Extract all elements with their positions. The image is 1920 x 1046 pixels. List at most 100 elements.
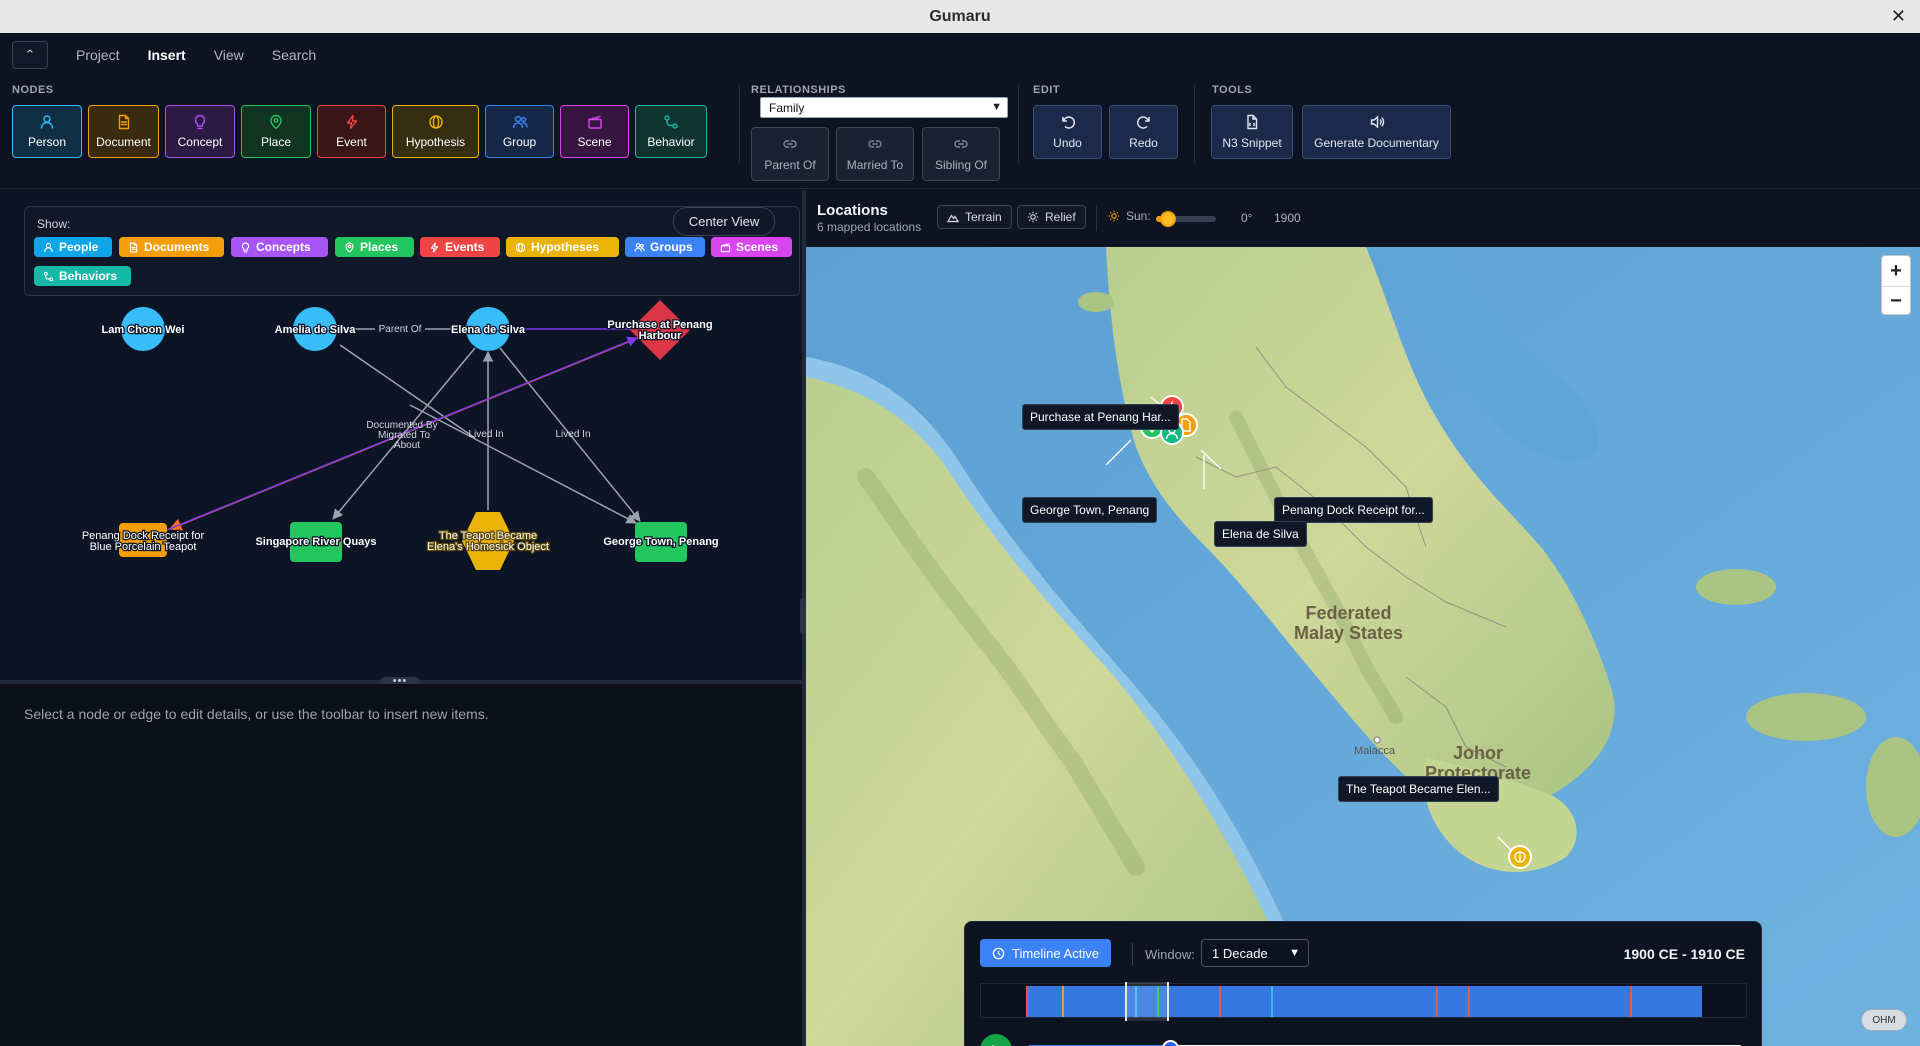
sibling-of-button[interactable]: Sibling Of (922, 127, 1000, 181)
generate-documentary-button[interactable]: Generate Documentary (1302, 105, 1451, 159)
filter-chip-documents[interactable]: Documents (119, 237, 224, 257)
tab-search[interactable]: Search (260, 41, 328, 69)
map-label-teapot[interactable]: The Teapot Became Elen... (1338, 776, 1499, 802)
filter-chip-behaviors[interactable]: Behaviors (34, 266, 131, 286)
scene-node-button[interactable]: Scene (560, 105, 629, 158)
sun-angle-value: 0° (1241, 211, 1253, 225)
menu-bar: ⌃ Project Insert View Search (0, 33, 1920, 77)
hypothesis-node-button[interactable]: Hypothesis (392, 105, 479, 158)
timeline-slider-knob[interactable] (1162, 1040, 1180, 1046)
timeline-event-marker (1630, 986, 1632, 1017)
map-label-receipt[interactable]: Penang Dock Receipt for... (1274, 497, 1433, 523)
window-select[interactable]: 1 Decade ▼ (1201, 939, 1309, 967)
zoom-out-button[interactable]: − (1882, 286, 1910, 316)
scene-node-label: Scene (577, 135, 612, 149)
attribution-badge[interactable]: OHM (1861, 1009, 1907, 1031)
hypothesis-icon (428, 115, 443, 129)
timeline-panel: Timeline Active Window: 1 Decade ▼ 1900 … (964, 921, 1762, 1046)
timeline-window-selection[interactable] (1125, 982, 1169, 1021)
relationships-group-label: RELATIONSHIPS (751, 84, 846, 96)
timeline-person-marker (1271, 986, 1273, 1017)
filter-chip-groups[interactable]: Groups (625, 237, 705, 257)
person-node-label: Person (27, 135, 67, 149)
place-node-label: Place (260, 135, 292, 149)
map-title: Locations (817, 202, 888, 219)
filter-chip-events[interactable]: Events (420, 237, 500, 257)
node-label-singapore: Singapore River Quays (255, 536, 376, 548)
center-view-button[interactable]: Center View (673, 207, 775, 236)
code-file-icon (1247, 114, 1258, 130)
map-label-elena[interactable]: Elena de Silva (1214, 521, 1307, 547)
undo-button[interactable]: Undo (1033, 105, 1102, 159)
group-node-button[interactable]: Group (485, 105, 554, 158)
node-label-receipt-2: Blue Porcelain Teapot (90, 541, 197, 553)
lightbulb-icon (194, 114, 206, 130)
town-label-malacca: Malacca (1354, 745, 1395, 757)
filter-chip-scenes[interactable]: Scenes (711, 237, 792, 257)
map-label-purchase[interactable]: Purchase at Penang Har... (1022, 404, 1179, 430)
redo-icon (1136, 116, 1150, 129)
terrain-button[interactable]: Terrain (937, 205, 1012, 229)
married-to-label: Married To (846, 158, 904, 172)
filter-chip-concepts[interactable]: Concepts (231, 237, 328, 257)
hypothesis-pin[interactable] (1506, 843, 1534, 871)
zoom-in-button[interactable]: + (1882, 256, 1910, 286)
app-title: Gumaru (929, 7, 991, 25)
timeline-track[interactable] (980, 982, 1747, 1021)
parent-of-button[interactable]: Parent Of (751, 127, 829, 181)
document-node-label: Document (96, 135, 151, 149)
n3-snippet-button[interactable]: N3 Snippet (1211, 105, 1293, 159)
show-label: Show: (37, 217, 71, 231)
redo-button[interactable]: Redo (1109, 105, 1178, 159)
concept-node-label: Concept (177, 135, 223, 149)
chevron-up-icon: ⌃ (24, 47, 36, 62)
edge-label-lived-in-2: Lived In (555, 429, 590, 440)
place-node-button[interactable]: Place (241, 105, 311, 158)
ribbon-divider (1194, 85, 1195, 163)
map-label-george-town[interactable]: George Town, Penang (1022, 497, 1158, 523)
map-view[interactable]: Federated Malay States Johor Protectorat… (806, 247, 1920, 1046)
details-hint: Select a node or edge to edit details, o… (24, 706, 489, 722)
married-to-button[interactable]: Married To (836, 127, 914, 181)
mountain-icon (947, 214, 959, 223)
relief-button[interactable]: Relief (1017, 205, 1086, 229)
document-icon (129, 241, 138, 253)
filter-chip-label: Concepts (256, 240, 311, 254)
event-node-button[interactable]: Event (317, 105, 386, 158)
ribbon: NODES Person Document Concept Place Event Hyp… (0, 77, 1920, 189)
concept-node-button[interactable]: Concept (165, 105, 235, 158)
behavior-icon (664, 115, 678, 129)
play-button[interactable] (980, 1034, 1012, 1046)
timeline-event-marker (1468, 986, 1470, 1017)
ribbon-divider (739, 85, 740, 163)
filter-chip-people[interactable]: People (34, 237, 112, 257)
timeline-active-button[interactable]: Timeline Active (980, 939, 1111, 967)
close-icon[interactable]: ✕ (1891, 6, 1906, 26)
map-pin-icon (345, 241, 354, 253)
sun-slider[interactable] (1156, 211, 1216, 227)
document-node-button[interactable]: Document (88, 105, 159, 158)
edge-amelia-georgetown[interactable] (409, 404, 637, 524)
relationship-type-select[interactable]: Family ▼ (760, 97, 1008, 118)
person-icon (40, 115, 54, 129)
lightning-icon (346, 114, 357, 130)
sun-slider-knob[interactable] (1160, 211, 1176, 227)
relationship-type-value: Family (769, 100, 805, 115)
tools-group-label: TOOLS (1212, 84, 1253, 96)
speaker-icon (1370, 115, 1384, 129)
person-node-button[interactable]: Person (12, 105, 82, 158)
tab-view[interactable]: View (202, 41, 256, 69)
collapse-ribbon-button[interactable]: ⌃ (12, 41, 48, 69)
graph-canvas[interactable]: Parent Of Documented By Migrated To Abou… (0, 190, 802, 682)
filter-chip-hypotheses[interactable]: Hypotheses (506, 237, 619, 257)
group-node-label: Group (502, 135, 537, 149)
behavior-node-button[interactable]: Behavior (635, 105, 707, 158)
filter-chip-places[interactable]: Places (335, 237, 414, 257)
node-label-georgetown: George Town, Penang (603, 536, 718, 548)
hypothesis-node-label: Hypothesis (405, 135, 466, 149)
sun-year-value: 1900 (1274, 211, 1301, 225)
tab-insert[interactable]: Insert (136, 41, 198, 69)
tab-project[interactable]: Project (64, 41, 132, 69)
map-subtitle: 6 mapped locations (817, 220, 922, 234)
filter-chip-label: Groups (650, 240, 693, 254)
